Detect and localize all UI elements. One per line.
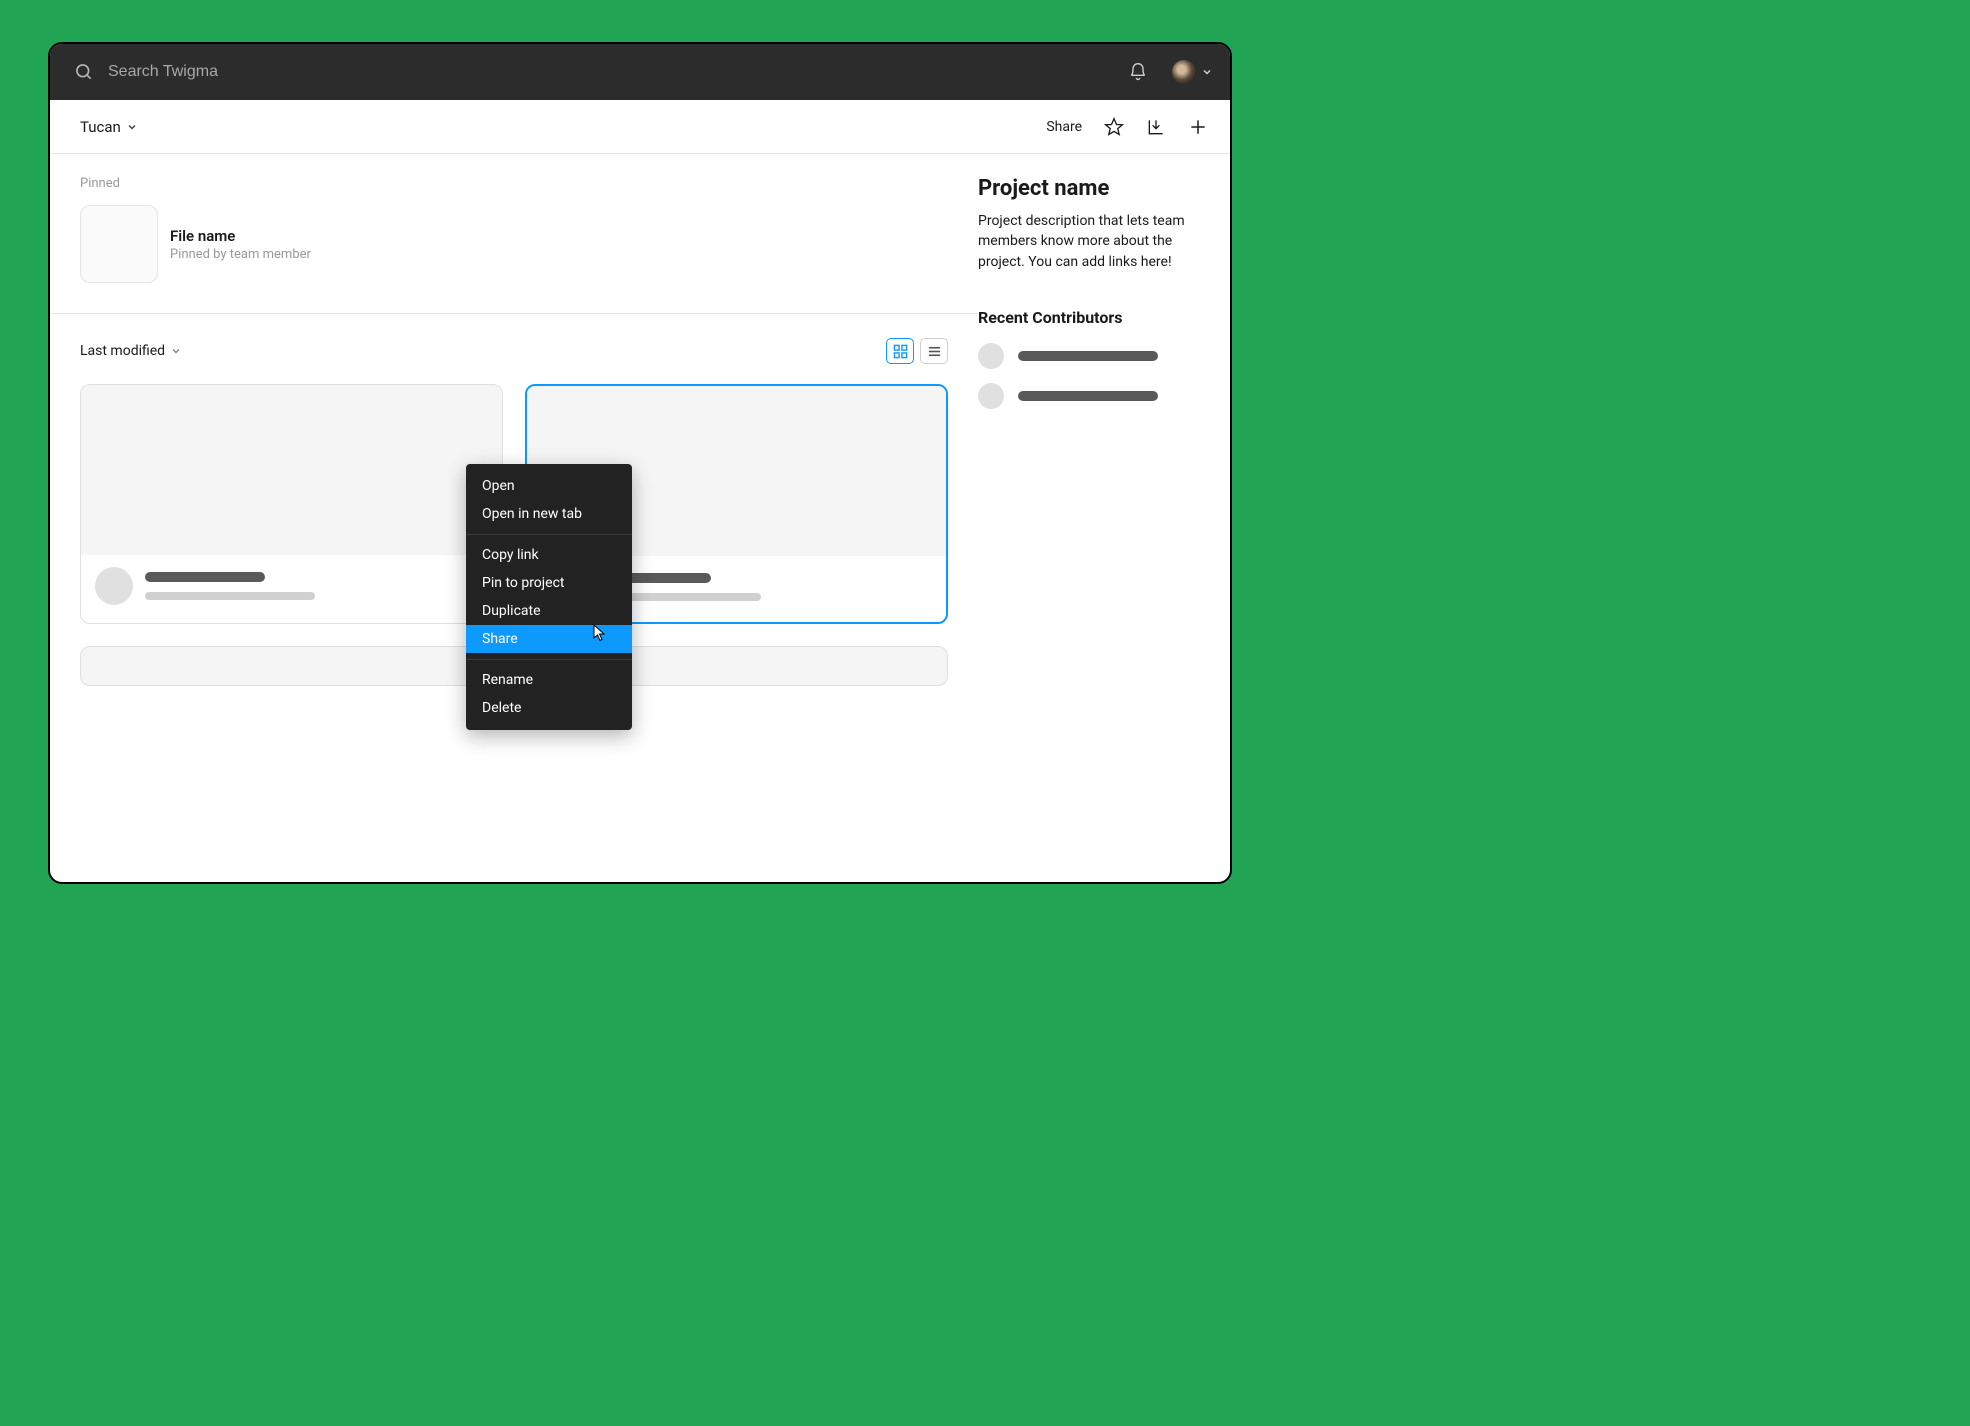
pinned-section-label: Pinned bbox=[80, 176, 948, 191]
sort-dropdown[interactable]: Last modified bbox=[80, 343, 181, 359]
workspace-dropdown[interactable]: Tucan bbox=[80, 118, 137, 136]
file-card[interactable] bbox=[80, 384, 503, 624]
search-input[interactable] bbox=[108, 63, 1128, 81]
pinned-meta: File name Pinned by team member bbox=[170, 227, 311, 262]
grid-view-button[interactable] bbox=[886, 338, 914, 364]
menu-divider bbox=[466, 659, 632, 660]
menu-item-rename[interactable]: Rename bbox=[466, 666, 632, 694]
sort-label: Last modified bbox=[80, 343, 165, 359]
notifications-icon[interactable] bbox=[1128, 62, 1148, 82]
project-title: Project name bbox=[978, 176, 1206, 201]
file-footer bbox=[81, 555, 502, 621]
list-view-button[interactable] bbox=[920, 338, 948, 364]
contributor-name-placeholder bbox=[1018, 351, 1158, 361]
chevron-down-icon bbox=[171, 346, 181, 356]
pinned-file[interactable]: File name Pinned by team member bbox=[80, 205, 948, 283]
file-preview bbox=[81, 385, 502, 555]
contributor-avatar bbox=[978, 343, 1004, 369]
pinned-thumbnail bbox=[80, 205, 158, 283]
app-window: Tucan Share bbox=[48, 42, 1232, 884]
view-toggle bbox=[886, 338, 948, 364]
chevron-down-icon bbox=[1202, 67, 1212, 77]
file-title-placeholder bbox=[145, 572, 265, 582]
sidebar: Project name Project description that le… bbox=[978, 154, 1230, 882]
contributor-avatar bbox=[978, 383, 1004, 409]
menu-item-duplicate[interactable]: Duplicate bbox=[466, 597, 632, 625]
menu-item-open[interactable]: Open bbox=[466, 472, 632, 500]
menu-item-pin[interactable]: Pin to project bbox=[466, 569, 632, 597]
pinned-file-name: File name bbox=[170, 227, 311, 245]
contributors-heading: Recent Contributors bbox=[978, 308, 1206, 327]
file-meta bbox=[145, 572, 488, 600]
menu-item-copy-link[interactable]: Copy link bbox=[466, 541, 632, 569]
search-icon bbox=[74, 62, 94, 82]
topbar bbox=[50, 44, 1230, 100]
star-icon[interactable] bbox=[1104, 117, 1124, 137]
main: Pinned File name Pinned by team member L… bbox=[50, 154, 978, 882]
pinned-by-label: Pinned by team member bbox=[170, 247, 311, 262]
menu-divider bbox=[466, 534, 632, 535]
account-menu[interactable] bbox=[1172, 60, 1212, 84]
files-toolbar: Last modified bbox=[80, 338, 948, 364]
subheader-actions: Share bbox=[1046, 117, 1208, 137]
import-icon[interactable] bbox=[1146, 117, 1166, 137]
menu-item-delete[interactable]: Delete bbox=[466, 694, 632, 722]
project-description: Project description that lets team membe… bbox=[978, 211, 1206, 272]
avatar bbox=[1172, 60, 1196, 84]
menu-item-open-new-tab[interactable]: Open in new tab bbox=[466, 500, 632, 528]
context-menu: Open Open in new tab Copy link Pin to pr… bbox=[466, 464, 632, 730]
contributor-row[interactable] bbox=[978, 383, 1206, 409]
plus-icon[interactable] bbox=[1188, 117, 1208, 137]
contributor-name-placeholder bbox=[1018, 391, 1158, 401]
workspace-label: Tucan bbox=[80, 118, 121, 136]
file-card[interactable] bbox=[80, 646, 503, 686]
menu-item-share[interactable]: Share bbox=[466, 625, 632, 653]
chevron-down-icon bbox=[127, 122, 137, 132]
pinned-section: Pinned File name Pinned by team member bbox=[50, 154, 978, 314]
share-button[interactable]: Share bbox=[1046, 119, 1082, 135]
content: Pinned File name Pinned by team member L… bbox=[50, 154, 1230, 882]
subheader: Tucan Share bbox=[50, 100, 1230, 154]
topbar-right bbox=[1128, 60, 1212, 84]
file-owner-avatar bbox=[95, 567, 133, 605]
file-meta bbox=[591, 573, 932, 601]
file-subtitle-placeholder bbox=[145, 592, 315, 600]
contributor-row[interactable] bbox=[978, 343, 1206, 369]
